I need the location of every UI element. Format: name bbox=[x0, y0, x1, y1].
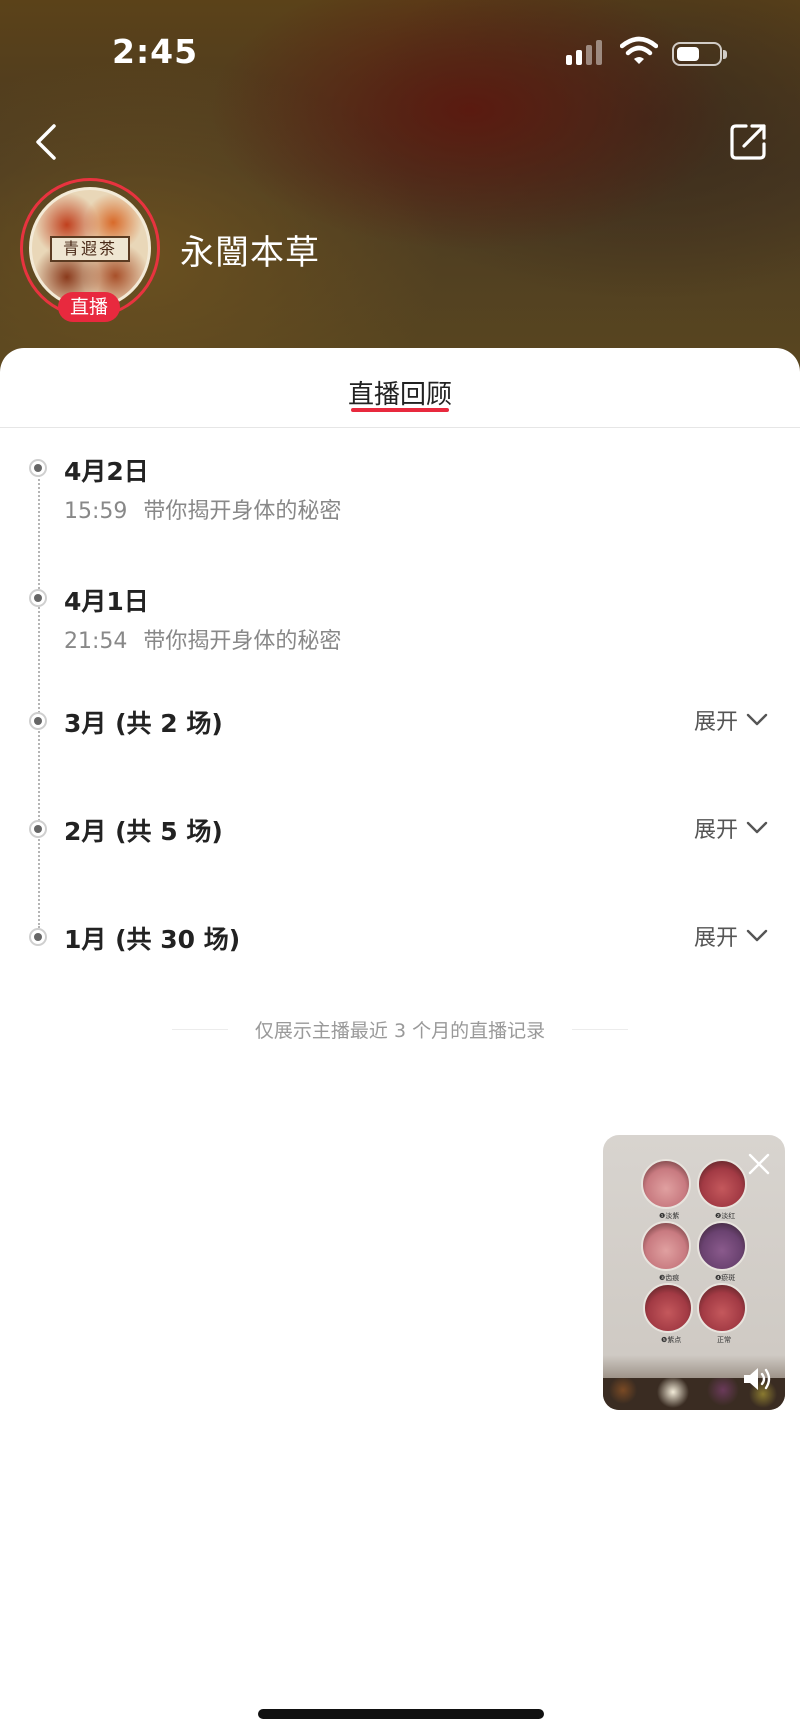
tongue-image bbox=[697, 1283, 747, 1333]
tongue-label: ❸齿痕 bbox=[659, 1274, 680, 1282]
chevron-down-icon bbox=[746, 821, 768, 834]
wifi-icon bbox=[620, 36, 658, 64]
replay-item[interactable]: 21:54 带你揭开身体的秘密 bbox=[64, 623, 341, 655]
close-icon[interactable] bbox=[746, 1151, 772, 1177]
expand-label: 展开 bbox=[694, 926, 739, 951]
tongue-label: ❺紫点 bbox=[661, 1336, 682, 1344]
month-group-february[interactable]: 2月 (共 5 场) bbox=[64, 812, 223, 848]
live-badge: 直播 bbox=[58, 292, 120, 322]
timeline-dot bbox=[29, 928, 47, 946]
tongue-label: 正常 bbox=[717, 1336, 731, 1344]
status-time: 2:45 bbox=[112, 32, 199, 71]
expand-label: 展开 bbox=[694, 818, 739, 843]
replay-time: 21:54 bbox=[64, 629, 128, 654]
tongue-image bbox=[697, 1221, 747, 1271]
replay-title: 带你揭开身体的秘密 bbox=[143, 499, 342, 524]
replay-panel: 直播回顾 4月2日 15:59 带你揭开身体的秘密 4月1日 21:54 带你揭开身… bbox=[0, 348, 800, 1733]
shop-avatar[interactable]: 青遐茶 直播 bbox=[20, 178, 160, 322]
month-group-march[interactable]: 3月 (共 2 场) bbox=[64, 704, 223, 740]
floating-video-player[interactable]: ❶淡紫 ❷淡红 ❸齿痕 ❹瘀斑 ❺紫点 正常 bbox=[603, 1135, 785, 1410]
shop-name: 永闓本草 bbox=[180, 233, 320, 273]
share-icon[interactable] bbox=[728, 122, 768, 162]
footnote-text: 仅展示主播最近 3 个月的直播记录 bbox=[254, 1020, 546, 1042]
replay-item[interactable]: 15:59 带你揭开身体的秘密 bbox=[64, 493, 341, 525]
avatar-logo-text: 青遐茶 bbox=[50, 236, 130, 262]
chevron-down-icon bbox=[746, 713, 768, 726]
back-icon[interactable] bbox=[28, 118, 64, 166]
expand-button[interactable]: 展开 bbox=[694, 704, 768, 736]
divider bbox=[0, 427, 800, 428]
volume-icon[interactable] bbox=[741, 1365, 773, 1393]
expand-button[interactable]: 展开 bbox=[694, 920, 768, 952]
replay-time: 15:59 bbox=[64, 499, 128, 524]
month-group-january[interactable]: 1月 (共 30 场) bbox=[64, 920, 240, 956]
tab-live-replay[interactable]: 直播回顾 bbox=[0, 374, 800, 411]
timeline-dot bbox=[29, 820, 47, 838]
battery-icon bbox=[672, 42, 727, 66]
chevron-down-icon bbox=[746, 929, 768, 942]
expand-button[interactable]: 展开 bbox=[694, 812, 768, 844]
home-indicator bbox=[258, 1709, 544, 1719]
tongue-label: ❹瘀斑 bbox=[715, 1274, 736, 1282]
tongue-image bbox=[697, 1159, 747, 1209]
timeline-line bbox=[38, 468, 40, 928]
tongue-label: ❶淡紫 bbox=[659, 1212, 680, 1220]
avatar-image: 青遐茶 bbox=[29, 187, 151, 309]
timeline-dot bbox=[29, 459, 47, 477]
profile-header: 2:45 青遐茶 直播 永闓本草 bbox=[0, 0, 800, 380]
tongue-image bbox=[641, 1159, 691, 1209]
tab-active-indicator bbox=[351, 408, 449, 412]
replay-date[interactable]: 4月1日 bbox=[64, 582, 149, 618]
tongue-image bbox=[641, 1221, 691, 1271]
expand-label: 展开 bbox=[694, 710, 739, 735]
tongue-image bbox=[643, 1283, 693, 1333]
timeline-dot bbox=[29, 589, 47, 607]
replay-title: 带你揭开身体的秘密 bbox=[143, 629, 342, 654]
tongue-label: ❷淡红 bbox=[715, 1212, 736, 1220]
cellular-signal-icon bbox=[566, 40, 602, 65]
footnote-divider-right bbox=[572, 1029, 628, 1030]
timeline-dot bbox=[29, 712, 47, 730]
replay-date[interactable]: 4月2日 bbox=[64, 452, 149, 488]
